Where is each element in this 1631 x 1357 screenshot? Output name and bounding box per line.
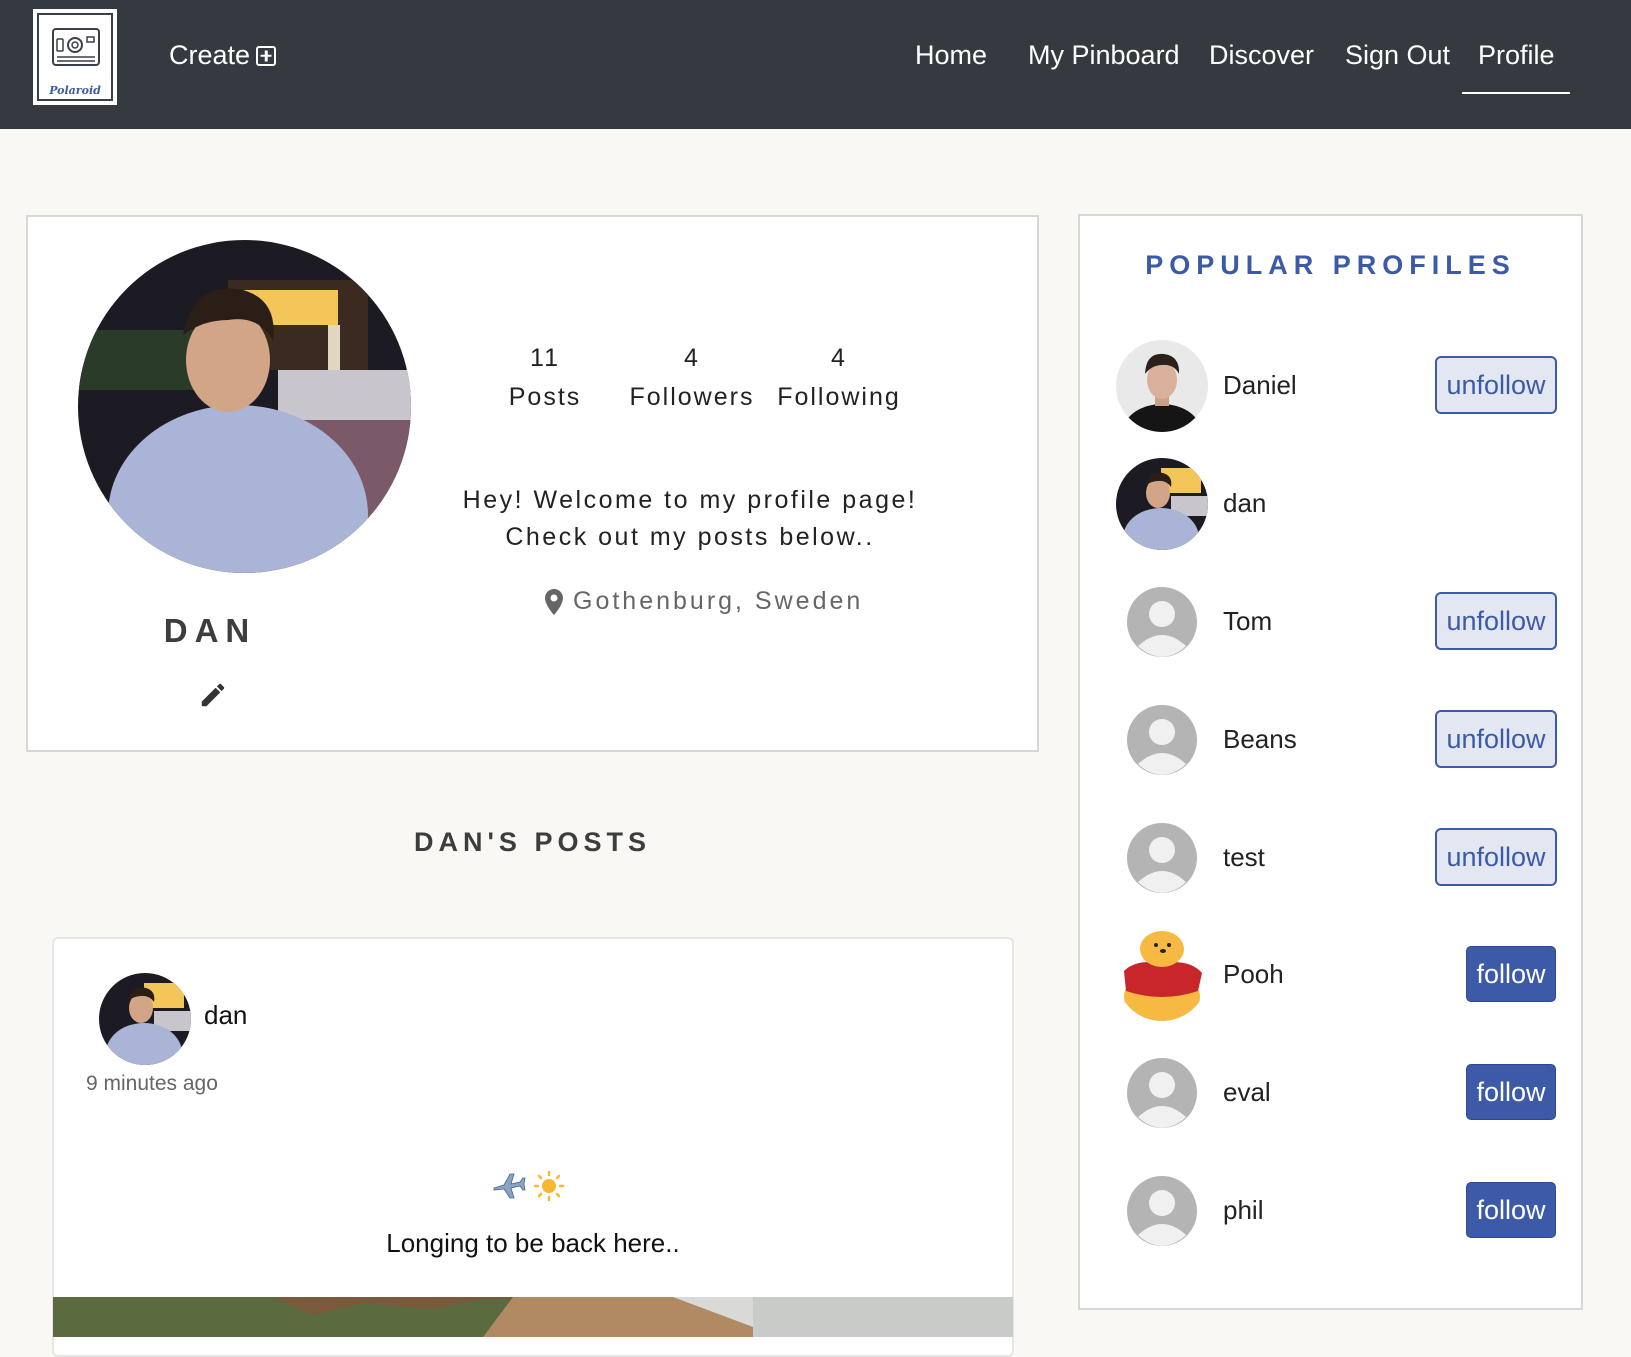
- profile-name[interactable]: eval: [1223, 1077, 1271, 1108]
- create-label: Create: [169, 40, 251, 70]
- post-text: Longing to be back here..: [386, 1228, 680, 1258]
- map-pin-icon: [545, 588, 563, 615]
- profile-avatar-phil[interactable]: [1116, 1165, 1208, 1257]
- create-button[interactable]: Create: [169, 40, 277, 71]
- popular-profile-row[interactable]: dan: [1078, 458, 1583, 550]
- profile-avatar-tom[interactable]: [1116, 576, 1208, 668]
- profile-avatar-dan[interactable]: [1116, 458, 1208, 550]
- profile-avatar-pooh[interactable]: [1116, 929, 1208, 1021]
- unfollow-button[interactable]: unfollow: [1435, 592, 1557, 650]
- popular-profiles-title: POPULAR PROFILES: [1145, 250, 1516, 280]
- stat-following: 4 Following: [769, 344, 909, 412]
- polaroid-logo[interactable]: Polaroid: [33, 9, 117, 105]
- stat-posts-value: 11: [530, 344, 560, 372]
- post-author-avatar[interactable]: [99, 973, 191, 1065]
- nav-profile[interactable]: Profile: [1478, 40, 1555, 71]
- post-card[interactable]: [52, 937, 1014, 1357]
- profile-name: DAN: [163, 612, 257, 649]
- active-nav-indicator: [1462, 92, 1570, 94]
- follow-button[interactable]: follow: [1466, 1182, 1556, 1238]
- airplane-icon: [493, 1173, 526, 1199]
- follow-button[interactable]: follow: [1466, 946, 1556, 1002]
- popular-profile-row[interactable]: Tom unfollow: [1078, 576, 1583, 668]
- profile-avatar-eval[interactable]: [1116, 1047, 1208, 1139]
- popular-profile-row[interactable]: Daniel unfollow: [1078, 340, 1583, 432]
- stat-followers-label: Followers: [629, 383, 755, 411]
- stat-posts-label: Posts: [508, 383, 582, 411]
- navbar: Polaroid Create Home My Pinboard Discove…: [0, 0, 1631, 129]
- profile-name[interactable]: Pooh: [1223, 959, 1284, 990]
- popular-profile-row[interactable]: eval follow: [1078, 1047, 1583, 1139]
- nav-discover[interactable]: Discover: [1209, 40, 1314, 71]
- stat-following-label: Following: [777, 383, 901, 411]
- sun-icon: [533, 1170, 565, 1202]
- popular-profile-row[interactable]: Beans unfollow: [1078, 694, 1583, 786]
- profile-name[interactable]: dan: [1223, 488, 1266, 519]
- posts-heading: DAN'S POSTS: [414, 827, 651, 857]
- post-emoji: [493, 1170, 565, 1202]
- post-image[interactable]: [53, 1297, 1013, 1337]
- profile-name[interactable]: Tom: [1223, 606, 1272, 637]
- profile-name[interactable]: test: [1223, 842, 1265, 873]
- post-author-name[interactable]: dan: [204, 1000, 247, 1031]
- profile-location: Gothenburg, Sweden: [545, 587, 863, 616]
- profile-name[interactable]: Beans: [1223, 724, 1297, 755]
- bio-line-1: Hey! Welcome to my profile page!: [462, 486, 918, 514]
- bio-line-2: Check out my posts below..: [505, 523, 875, 551]
- profile-avatar: [78, 240, 411, 573]
- nav-my-pinboard[interactable]: My Pinboard: [1028, 40, 1180, 71]
- popular-profile-row[interactable]: Pooh follow: [1078, 929, 1583, 1021]
- pencil-icon[interactable]: [198, 680, 228, 710]
- location-text: Gothenburg, Sweden: [573, 587, 864, 615]
- stat-following-value: 4: [831, 344, 847, 372]
- profile-bio: Hey! Welcome to my profile page! Check o…: [440, 482, 940, 556]
- profile-name[interactable]: Daniel: [1223, 370, 1297, 401]
- nav-home[interactable]: Home: [915, 40, 987, 71]
- unfollow-button[interactable]: unfollow: [1435, 356, 1557, 414]
- post-timestamp: 9 minutes ago: [86, 1072, 218, 1095]
- follow-button[interactable]: follow: [1466, 1064, 1556, 1120]
- stat-followers-value: 4: [684, 344, 700, 372]
- stat-posts: 11 Posts: [495, 344, 595, 412]
- profile-name[interactable]: phil: [1223, 1195, 1263, 1226]
- plus-square-icon: [256, 45, 277, 66]
- logo-text: Polaroid: [49, 84, 101, 97]
- profile-avatar-test[interactable]: [1116, 812, 1208, 904]
- unfollow-button[interactable]: unfollow: [1435, 710, 1557, 768]
- unfollow-button[interactable]: unfollow: [1435, 828, 1557, 886]
- stat-followers: 4 Followers: [622, 344, 762, 412]
- profile-avatar-daniel[interactable]: [1116, 340, 1208, 432]
- popular-profile-row[interactable]: phil follow: [1078, 1165, 1583, 1257]
- profile-avatar-beans[interactable]: [1116, 694, 1208, 786]
- nav-sign-out[interactable]: Sign Out: [1345, 40, 1450, 71]
- popular-profile-row[interactable]: test unfollow: [1078, 812, 1583, 904]
- camera-icon: [52, 28, 100, 66]
